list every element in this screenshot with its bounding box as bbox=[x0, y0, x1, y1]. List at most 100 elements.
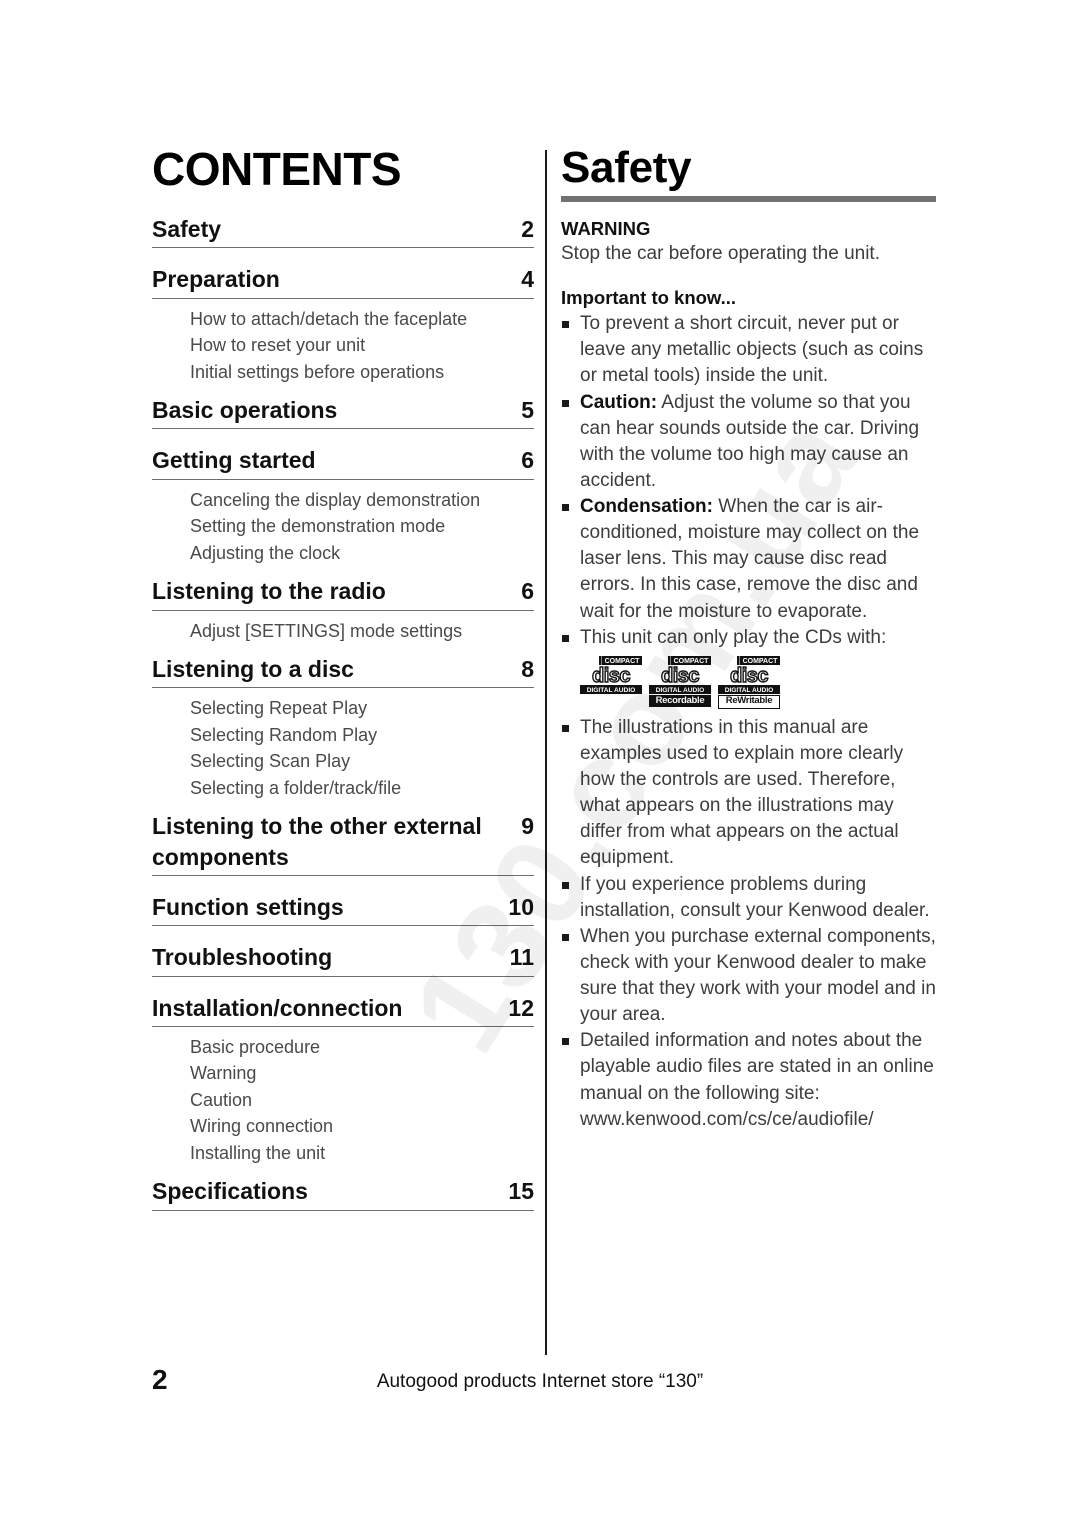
safety-bullet: Detailed information and notes about the… bbox=[561, 1028, 936, 1133]
cd-logo-band-label: ReWritable bbox=[718, 694, 780, 709]
toc-subitem[interactable]: Initial settings before operations bbox=[190, 359, 534, 385]
toc-list: Safety 2 Preparation 4 How to attach/detach … bbox=[152, 214, 534, 1227]
toc-entry-row: Getting started 6 bbox=[152, 445, 534, 475]
toc-entry-label: Basic operations bbox=[152, 397, 338, 424]
toc-entry-page: 10 bbox=[508, 893, 534, 920]
safety-bullet-text: If you experience problems during instal… bbox=[580, 873, 930, 921]
safety-bullet-text: To prevent a short circuit, never put or… bbox=[580, 313, 924, 387]
toc-entry-row: Specifications 15 bbox=[152, 1176, 534, 1206]
toc-spacer bbox=[152, 250, 534, 264]
toc-subitem[interactable]: Installing the unit bbox=[190, 1140, 534, 1166]
toc-entry[interactable]: Installation/connection 12 bbox=[152, 993, 534, 1027]
toc-entry-row: Basic operations 5 bbox=[152, 395, 534, 425]
svg-text:COMPACT: COMPACT bbox=[674, 658, 710, 665]
toc-entry-label: Safety bbox=[152, 216, 222, 242]
toc-entry-row: Listening to the other external componen… bbox=[152, 811, 534, 872]
toc-subitem[interactable]: Selecting Repeat Play bbox=[190, 695, 534, 721]
toc-entry[interactable]: Function settings 10 bbox=[152, 892, 534, 927]
safety-bullet-text: When you purchase external components, c… bbox=[580, 925, 936, 1026]
manual-page: 130.com.ua CONTENTS Safety 2 Preparation 4 H… bbox=[0, 0, 1080, 1532]
safety-bullet-label: Caution: bbox=[580, 391, 658, 413]
warning-heading: WARNING bbox=[561, 218, 651, 239]
svg-text:DIGITAL AUDIO: DIGITAL AUDIO bbox=[587, 687, 636, 694]
svg-text:DIGITAL AUDIO: DIGITAL AUDIO bbox=[725, 687, 774, 694]
toc-entry-page: 6 bbox=[521, 447, 534, 474]
toc-entry-page: 11 bbox=[509, 944, 534, 971]
safety-bullet: Condensation: When the car is air-condit… bbox=[561, 494, 936, 625]
toc-entry-page: 9 bbox=[521, 813, 534, 840]
toc-spacer bbox=[152, 979, 534, 993]
contents-column: CONTENTS Safety 2 Preparation 4 How to attac… bbox=[152, 146, 534, 1227]
toc-entry-label: Getting started bbox=[152, 447, 316, 474]
toc-entry-page: 2 bbox=[521, 216, 534, 242]
cd-logo-band-label: Recordable bbox=[649, 694, 711, 707]
toc-entry[interactable]: Troubleshooting 11 bbox=[152, 942, 534, 977]
toc-entry[interactable]: Preparation 4 bbox=[152, 264, 534, 299]
toc-spacer bbox=[152, 878, 534, 892]
safety-bullet: If you experience problems during instal… bbox=[561, 872, 936, 924]
toc-entry[interactable]: Getting started 6 bbox=[152, 445, 534, 480]
toc-entry-label: Listening to a disc bbox=[152, 655, 354, 682]
toc-subitem[interactable]: Basic procedure bbox=[190, 1034, 534, 1060]
toc-entry-row: Listening to the radio 6 bbox=[152, 576, 534, 606]
toc-entry-page: 8 bbox=[521, 655, 534, 682]
safety-title: Safety bbox=[561, 143, 692, 192]
svg-text:disc: disc bbox=[661, 665, 699, 687]
cd-logo-group: COMPACT disc DIGITAL AUDIO COMPACT disc DIGIT… bbox=[580, 655, 936, 709]
toc-subitem[interactable]: Selecting Scan Play bbox=[190, 748, 534, 774]
toc-subitem[interactable]: Warning bbox=[190, 1060, 534, 1086]
safety-bullet: The illustrations in this manual are exa… bbox=[561, 715, 936, 872]
toc-subitem[interactable]: Canceling the display demonstration bbox=[190, 487, 534, 513]
toc-entry[interactable]: Safety 2 bbox=[152, 214, 534, 249]
safety-bullet: To prevent a short circuit, never put or… bbox=[561, 311, 936, 389]
toc-spacer bbox=[152, 431, 534, 445]
safety-bullet-text: The illustrations in this manual are exa… bbox=[580, 716, 904, 869]
compact-disc-logo-icon: COMPACT disc DIGITAL AUDIO ReWritable bbox=[718, 655, 780, 709]
svg-text:COMPACT: COMPACT bbox=[743, 658, 779, 665]
toc-entry-label: Listening to the other external componen… bbox=[152, 813, 482, 870]
svg-text:DIGITAL AUDIO: DIGITAL AUDIO bbox=[656, 687, 705, 694]
column-divider bbox=[545, 150, 547, 1355]
toc-subitem[interactable]: Selecting a folder/track/file bbox=[190, 775, 534, 801]
toc-entry-row: Preparation 4 bbox=[152, 264, 534, 294]
toc-entry-row: Safety 2 bbox=[152, 214, 534, 244]
toc-entry-label: Listening to the radio bbox=[152, 578, 386, 605]
safety-bullet: Caution: Adjust the volume so that you c… bbox=[561, 390, 936, 495]
toc-subitem[interactable]: Caution bbox=[190, 1087, 534, 1113]
toc-subitem-list: Canceling the display demonstration Setti… bbox=[190, 487, 534, 566]
toc-subitem[interactable]: Adjust [SETTINGS] mode settings bbox=[190, 618, 534, 644]
toc-entry-label: Preparation bbox=[152, 266, 280, 293]
toc-subitem[interactable]: How to reset your unit bbox=[190, 332, 534, 358]
toc-entry-page: 5 bbox=[521, 397, 534, 424]
toc-subitem-list: How to attach/detach the faceplate How to… bbox=[190, 306, 534, 385]
toc-subitem[interactable]: Selecting Random Play bbox=[190, 722, 534, 748]
toc-entry-label: Installation/connection bbox=[152, 994, 403, 1021]
toc-subitem-list: Basic procedure Warning Caution Wiring conn… bbox=[190, 1034, 534, 1166]
safety-bullet-label: Condensation: bbox=[580, 496, 713, 518]
svg-text:disc: disc bbox=[592, 665, 630, 687]
toc-entry-row: Listening to a disc 8 bbox=[152, 654, 534, 684]
toc-entry-label: Function settings bbox=[152, 893, 344, 920]
toc-entry-row: Installation/connection 12 bbox=[152, 993, 534, 1023]
important-heading: Important to know... bbox=[561, 287, 737, 309]
safety-bullets-primary: To prevent a short circuit, never put or… bbox=[561, 311, 936, 651]
safety-title-rule bbox=[561, 196, 936, 202]
safety-column: Safety WARNING Stop the car before opera… bbox=[561, 146, 936, 1133]
compact-disc-logo-icon: COMPACT disc DIGITAL AUDIO Recordable bbox=[649, 655, 711, 709]
toc-subitem[interactable]: Adjusting the clock bbox=[190, 540, 534, 566]
toc-entry-page: 6 bbox=[521, 578, 534, 605]
toc-entry[interactable]: Listening to the radio 6 bbox=[152, 576, 534, 611]
toc-subitem[interactable]: Wiring connection bbox=[190, 1113, 534, 1139]
safety-bullet-text: Detailed information and notes about the… bbox=[580, 1030, 934, 1130]
toc-entry-page: 15 bbox=[508, 1178, 534, 1205]
toc-entry[interactable]: Basic operations 5 bbox=[152, 395, 534, 430]
svg-text:COMPACT: COMPACT bbox=[605, 658, 641, 665]
toc-entry[interactable]: Specifications 15 bbox=[152, 1176, 534, 1211]
toc-entry-row: Troubleshooting 11 bbox=[152, 942, 534, 972]
toc-entry[interactable]: Listening to a disc 8 bbox=[152, 654, 534, 689]
toc-subitem[interactable]: How to attach/detach the faceplate bbox=[190, 306, 534, 332]
toc-subitem[interactable]: Setting the demonstration mode bbox=[190, 513, 534, 539]
toc-entry[interactable]: Listening to the other external componen… bbox=[152, 811, 534, 876]
safety-bullet: When you purchase external components, c… bbox=[561, 924, 936, 1029]
